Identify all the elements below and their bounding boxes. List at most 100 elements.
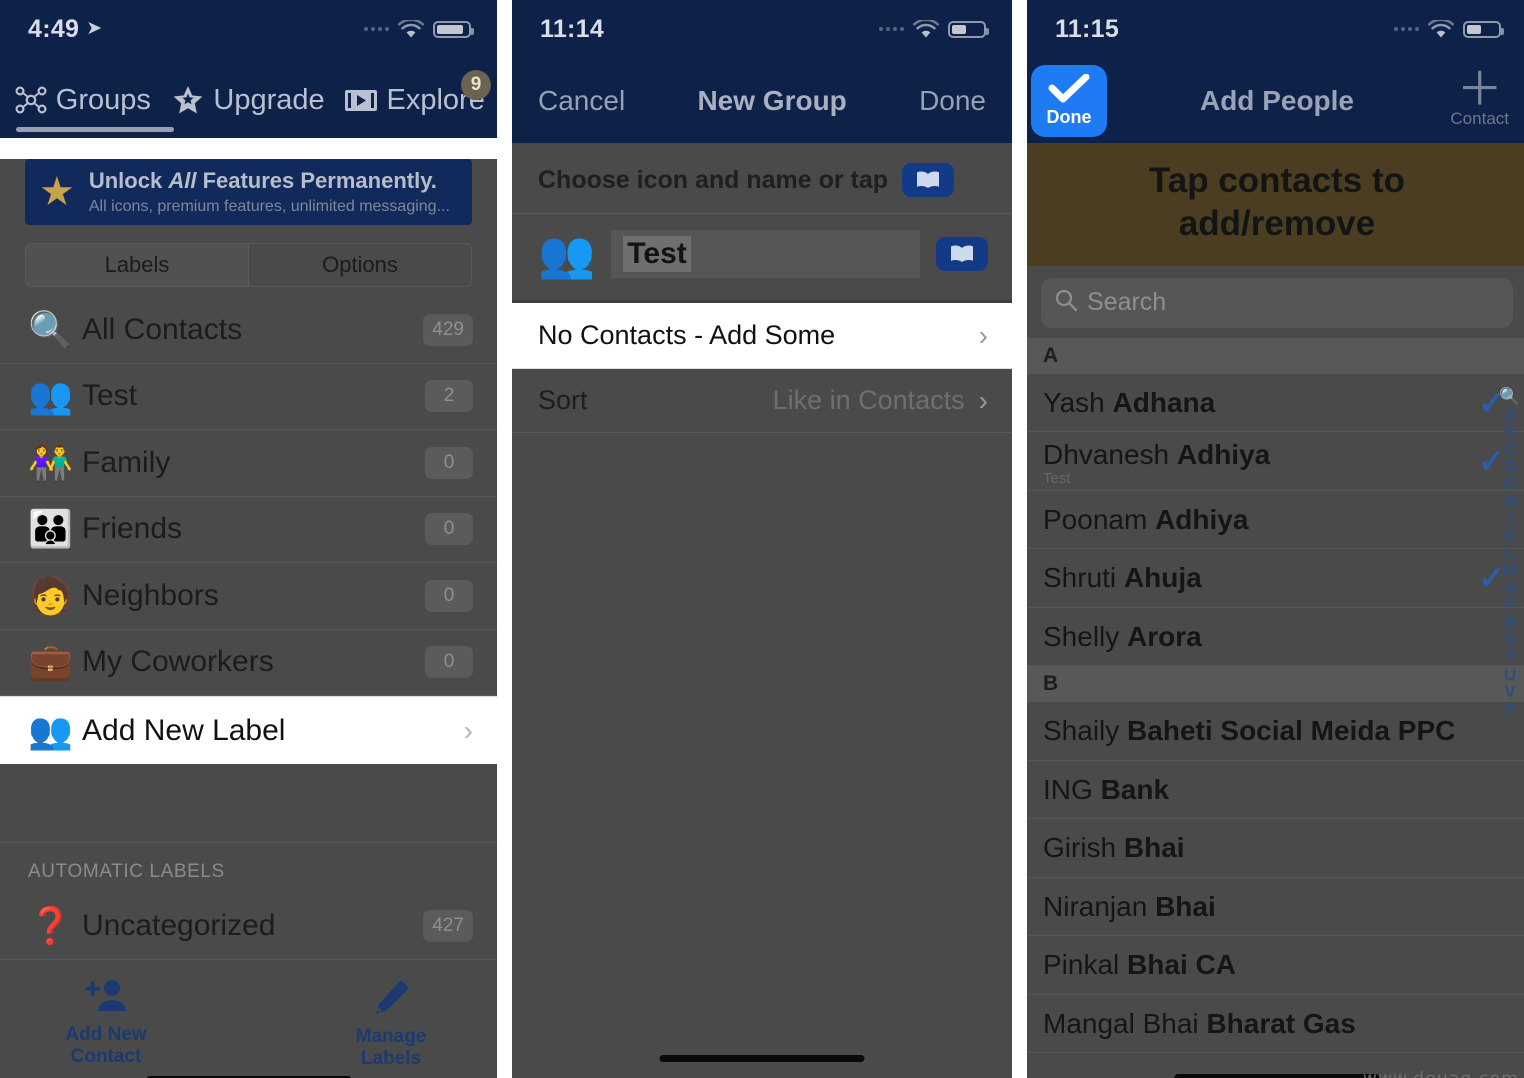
list-item[interactable]: Yash Adhana ✓	[1027, 374, 1524, 433]
label-count: 429	[423, 313, 473, 346]
cancel-button[interactable]: Cancel	[538, 85, 625, 117]
watermark: www.deuaq.com	[1363, 1069, 1519, 1078]
label-name: My Coworkers	[82, 645, 274, 679]
add-new-label-text: Add New Label	[82, 713, 286, 747]
checkmark-icon	[1048, 73, 1090, 109]
contact-name: Shaily Baheti Social Meida PPC	[1043, 715, 1456, 747]
list-item[interactable]: Girish Bhai	[1027, 819, 1524, 878]
index-letter[interactable]: B	[1504, 423, 1516, 441]
index-letter[interactable]: S	[1504, 631, 1515, 649]
add-new-contact-label: Add New Contact	[65, 1023, 147, 1067]
tab-upgrade[interactable]: Upgrade	[166, 84, 332, 117]
list-item[interactable]: Poonam Adhiya	[1027, 491, 1524, 550]
list-item[interactable]: 💼 My Coworkers 0	[0, 630, 497, 696]
list-item-uncategorized[interactable]: ❓ Uncategorized 427	[0, 893, 497, 960]
list-item[interactable]: 👪 Friends 0	[0, 497, 497, 563]
segment-labels[interactable]: Labels	[26, 244, 249, 286]
panel-gap	[1012, 0, 1027, 1078]
list-item[interactable]: Niranjan Bhai	[1027, 878, 1524, 937]
contact-sublabel: Test	[1043, 469, 1071, 487]
list-item[interactable]: Mangal Bhai Bharat Gas	[1027, 995, 1524, 1054]
index-letter[interactable]: H	[1504, 492, 1516, 510]
search-input[interactable]: Search	[1041, 277, 1513, 328]
alphabet-index-rail[interactable]: 🔍 A B C D G H J K L M N P R S T U V #	[1497, 387, 1523, 718]
list-item[interactable]: 👫 Family 0	[0, 430, 497, 497]
group-name-row: 👥 Test	[512, 214, 1012, 303]
signal-dots-icon	[364, 27, 389, 31]
tab-label-upgrade: Upgrade	[213, 83, 325, 116]
index-letter[interactable]: A	[1504, 406, 1516, 424]
label-count: 427	[423, 909, 473, 942]
done-button[interactable]: Done	[919, 85, 986, 117]
list-item[interactable]: 🔍 All Contacts 429	[0, 297, 497, 364]
list-item[interactable]: Shruti Ahuja ✓	[1027, 549, 1524, 608]
label-count: 2	[425, 380, 473, 413]
list-item[interactable]: Pinkal Bhai CA	[1027, 936, 1524, 995]
group-name-input[interactable]: Test	[611, 230, 920, 278]
index-letter[interactable]: K	[1504, 527, 1516, 545]
page-title: New Group	[697, 84, 847, 116]
status-bar: 11:14	[512, 0, 1012, 58]
index-search-icon[interactable]: 🔍	[1499, 387, 1520, 405]
banner-line-2: add/remove	[1178, 204, 1376, 244]
two-people-icon[interactable]: 👥	[538, 231, 595, 277]
add-new-contact-button[interactable]: Add New Contact	[36, 978, 176, 1069]
list-item[interactable]: 👥 Test 2	[0, 364, 497, 430]
index-letter[interactable]: D	[1504, 458, 1516, 476]
upgrade-promo-banner[interactable]: ★ Unlock All Features Permanently. All i…	[25, 159, 472, 225]
two-people-icon: 👥	[28, 375, 73, 417]
index-letter[interactable]: C	[1504, 440, 1516, 458]
contact-name: Mangal Bhai Bharat Gas	[1043, 1007, 1356, 1039]
no-contacts-row[interactable]: No Contacts - Add Some ›	[512, 303, 1012, 369]
section-header-b: B	[1027, 666, 1524, 703]
address-book-icon[interactable]	[902, 163, 955, 197]
battery-icon	[433, 20, 474, 38]
home-indicator[interactable]	[659, 1055, 865, 1062]
contact-name: Dhvanesh Adhiya	[1043, 439, 1271, 471]
section-header-a: A	[1027, 337, 1524, 374]
nav-bar: Cancel New Group Done	[512, 58, 1012, 143]
index-letter[interactable]: V	[1504, 683, 1515, 701]
tab-groups[interactable]: Groups	[0, 84, 166, 117]
home-indicator[interactable]	[1174, 1073, 1380, 1078]
add-new-label-row[interactable]: 👥 Add New Label ›	[0, 696, 497, 764]
list-item[interactable]: ING Bank	[1027, 761, 1524, 820]
status-right-icons	[879, 19, 989, 39]
segment-options[interactable]: Options	[249, 244, 471, 286]
index-letter[interactable]: L	[1505, 544, 1515, 562]
label-name: All Contacts	[82, 312, 243, 346]
contact-name: Poonam Adhiya	[1043, 503, 1249, 535]
index-letter[interactable]: N	[1504, 579, 1516, 597]
label-name: Neighbors	[82, 578, 219, 612]
label-count: 0	[425, 579, 473, 612]
status-bar: 11:15	[1027, 0, 1524, 58]
manage-labels-button[interactable]: Manage Labels	[321, 978, 461, 1071]
panel2-body: Choose icon and name or tap 👥 Test No Co…	[512, 143, 1012, 1078]
status-time: 11:15	[1055, 14, 1120, 43]
explore-badge: 9	[461, 69, 492, 100]
contact-name: ING Bank	[1043, 773, 1170, 805]
tab-explore[interactable]: Explore 9	[331, 69, 497, 117]
index-letter[interactable]: T	[1505, 648, 1515, 666]
list-item[interactable]: Dhvanesh Adhiya Test ✓	[1027, 432, 1524, 491]
footer-toolbar: Add New Contact Manage Labels	[0, 960, 497, 1071]
index-letter[interactable]: G	[1503, 475, 1516, 493]
list-item[interactable]: 🧑 Neighbors 0	[0, 563, 497, 630]
label-name: Uncategorized	[82, 908, 276, 942]
add-contact-button[interactable]: ＋ Contact	[1450, 66, 1515, 130]
battery-icon	[1463, 20, 1504, 38]
promo-text: Unlock All Features Permanently. All ico…	[89, 168, 450, 216]
segmented-control[interactable]: Labels Options	[25, 243, 472, 287]
index-letter[interactable]: P	[1504, 596, 1515, 614]
done-button[interactable]: Done	[1031, 64, 1107, 137]
list-item[interactable]: Shaily Baheti Social Meida PPC	[1027, 702, 1524, 761]
index-letter[interactable]: R	[1504, 613, 1516, 631]
list-item[interactable]: Shelly Arora	[1027, 608, 1524, 667]
panel-add-people: 11:15 Done Add People ＋ Contact Tap cont…	[1027, 0, 1524, 1078]
index-letter[interactable]: J	[1505, 510, 1514, 528]
index-letter[interactable]: M	[1503, 561, 1517, 579]
index-letter[interactable]: U	[1504, 665, 1516, 683]
index-letter[interactable]: #	[1505, 700, 1514, 718]
sort-row[interactable]: Sort Like in Contacts ›	[512, 369, 1012, 433]
address-book-icon[interactable]	[936, 237, 988, 271]
